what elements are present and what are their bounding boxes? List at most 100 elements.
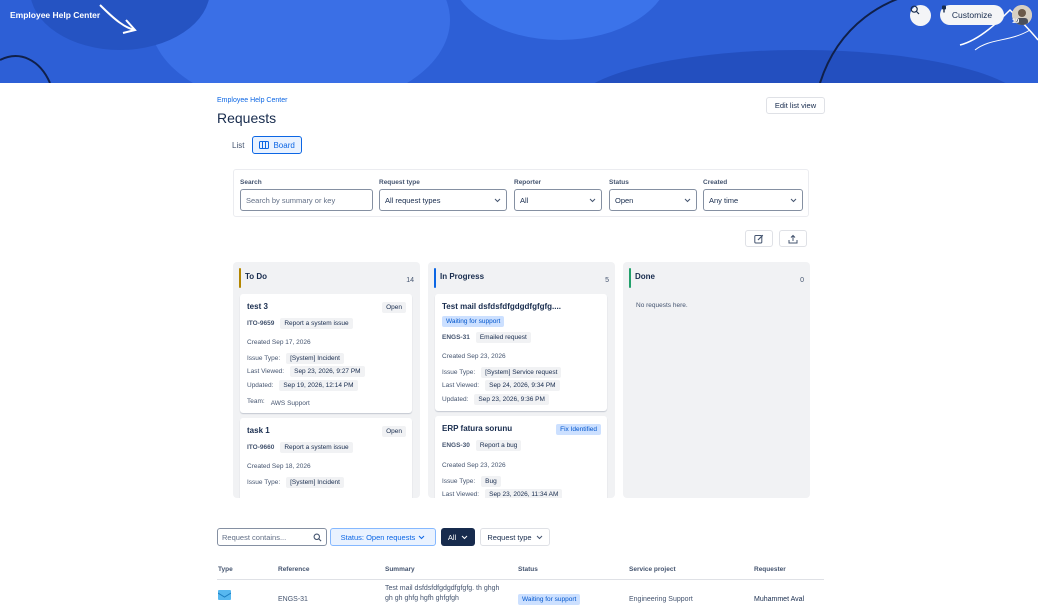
all-filter-label: All bbox=[447, 532, 457, 542]
column-header: Done 0 bbox=[629, 268, 804, 288]
column-count: 14 bbox=[406, 277, 414, 284]
search-filter-label: Search bbox=[240, 179, 262, 186]
export-icon bbox=[788, 234, 798, 243]
last-viewed-value: Sep 23, 2026, 9:27 PM bbox=[290, 366, 365, 377]
paint-brush-icon bbox=[942, 5, 946, 13]
chevron-down-icon bbox=[461, 535, 468, 539]
card-title[interactable]: test 3 bbox=[247, 302, 268, 311]
search-input[interactable]: Search by summary or key bbox=[240, 189, 373, 211]
status-badge: Open bbox=[382, 302, 406, 313]
request-type-filter-label: Request type bbox=[487, 532, 532, 542]
request-card[interactable]: task 1 Open ITO-9660 Report a system iss… bbox=[240, 418, 412, 498]
card-created: Created Sep 23, 2026 bbox=[442, 353, 506, 360]
column-to-do: To Do 14 test 3 Open ITO-9659 Report a s… bbox=[233, 262, 420, 498]
page-title: Requests bbox=[217, 110, 277, 126]
card-request-type: Report a system issue bbox=[280, 442, 353, 453]
table-header-type[interactable]: Type bbox=[218, 566, 233, 573]
column-title: In Progress bbox=[440, 272, 485, 281]
export-button[interactable] bbox=[779, 230, 807, 247]
card-ref-row: ENGS-30 Report a bug bbox=[442, 440, 522, 451]
team-value: AWS Support bbox=[270, 400, 310, 407]
status-filter-button[interactable]: Status: Open requests bbox=[330, 528, 436, 546]
card-title[interactable]: task 1 bbox=[247, 426, 270, 435]
issue-type-value: [System] Service request bbox=[481, 367, 562, 378]
all-filter-button[interactable]: All bbox=[441, 528, 475, 546]
request-type-value: All request types bbox=[385, 195, 441, 205]
card-team: Team: AWS Support bbox=[247, 396, 310, 407]
created-text: Created Sep 17, 2026 bbox=[247, 339, 311, 346]
card-reference: ENGS-31 bbox=[442, 334, 470, 341]
request-contains-input[interactable]: Request contains... bbox=[217, 528, 327, 546]
board-icon bbox=[259, 141, 270, 149]
table-row-summary[interactable]: Test mail dsfdsfdfgdgdfgfgfg. th ghgh gh… bbox=[385, 584, 507, 604]
card-last-viewed: Last Viewed: Sep 23, 2026, 11:34 AM bbox=[442, 489, 563, 498]
card-last-viewed: Last Viewed: Sep 23, 2026, 9:27 PM bbox=[247, 366, 365, 377]
banner-decoration bbox=[0, 0, 1038, 83]
email-request-icon bbox=[217, 590, 232, 600]
breadcrumb[interactable]: Employee Help Center bbox=[217, 97, 287, 104]
reporter-filter-label: Reporter bbox=[514, 179, 542, 186]
card-request-type: Report a system issue bbox=[280, 318, 353, 329]
table-header-reference[interactable]: Reference bbox=[278, 566, 309, 573]
created-value: Any time bbox=[709, 195, 739, 205]
created-select[interactable]: Any time bbox=[703, 189, 803, 211]
issue-type-label: Issue Type: bbox=[442, 369, 476, 376]
edit-board-button[interactable] bbox=[745, 230, 773, 247]
chevron-down-icon bbox=[790, 198, 797, 202]
status-filter-label: Status: Open requests bbox=[340, 532, 416, 542]
issue-type-label: Issue Type: bbox=[442, 478, 476, 485]
updated-label: Updated: bbox=[442, 396, 469, 403]
last-viewed-value: Sep 23, 2026, 11:34 AM bbox=[485, 489, 563, 498]
table-header-status[interactable]: Status bbox=[518, 566, 538, 573]
card-issue-type: Issue Type: Bug bbox=[442, 476, 501, 487]
header-search-button[interactable] bbox=[910, 5, 931, 26]
column-in-progress: In Progress 5 Test mail dsfdsfdfgdgdfgfg… bbox=[428, 262, 615, 498]
board-view-button[interactable]: Board bbox=[252, 136, 302, 154]
table-header-requester[interactable]: Requester bbox=[754, 566, 786, 573]
search-icon bbox=[910, 5, 920, 15]
request-card[interactable]: Test mail dsfdsfdfgdgdfgfgfg.... Waiting… bbox=[435, 294, 607, 411]
request-card[interactable]: ERP fatura sorunu Fix Identified ENGS-30… bbox=[435, 416, 607, 498]
reporter-value: All bbox=[520, 195, 529, 205]
request-contains-placeholder: Request contains... bbox=[222, 532, 287, 542]
request-type-filter-button[interactable]: Request type bbox=[480, 528, 550, 546]
list-view-label: List bbox=[232, 140, 245, 150]
card-created: Created Sep 18, 2026 bbox=[247, 463, 311, 470]
chevron-down-icon bbox=[418, 535, 425, 539]
list-view-button[interactable]: List bbox=[226, 136, 250, 154]
card-ref-row: ENGS-31 Emailed request bbox=[442, 332, 531, 343]
board-view-label: Board bbox=[273, 140, 295, 150]
request-type-select[interactable]: All request types bbox=[379, 189, 507, 211]
header-banner: Employee Help Center Customize 19 bbox=[0, 0, 1038, 83]
table-row-type-icon bbox=[217, 590, 232, 602]
site-title[interactable]: Employee Help Center bbox=[10, 10, 100, 20]
table-header-summary[interactable]: Summary bbox=[385, 566, 415, 573]
customize-label: Customize bbox=[951, 10, 993, 20]
column-title: Done bbox=[635, 272, 655, 281]
issue-type-label: Issue Type: bbox=[247, 479, 281, 486]
created-filter-label: Created bbox=[703, 179, 728, 186]
card-request-type: Emailed request bbox=[475, 332, 531, 343]
last-viewed-label: Last Viewed: bbox=[247, 368, 285, 375]
created-text: Created Sep 23, 2026 bbox=[442, 353, 506, 360]
card-title[interactable]: Test mail dsfdsfdfgdgdfgfgfg.... bbox=[442, 302, 561, 311]
last-viewed-label: Last Viewed: bbox=[442, 382, 480, 389]
created-text: Created Sep 23, 2026 bbox=[442, 462, 506, 469]
chevron-down-icon bbox=[494, 198, 501, 202]
edit-list-view-button[interactable]: Edit list view bbox=[766, 97, 825, 114]
request-card[interactable]: test 3 Open ITO-9659 Report a system iss… bbox=[240, 294, 412, 413]
search-icon bbox=[313, 533, 322, 541]
request-type-filter-label: Request type bbox=[379, 179, 420, 186]
issue-type-value: [System] Incident bbox=[286, 353, 344, 364]
customize-button[interactable]: Customize bbox=[940, 5, 1004, 25]
card-issue-type: Issue Type: [System] Incident bbox=[247, 477, 344, 488]
updated-value: Sep 19, 2026, 12:14 PM bbox=[279, 380, 358, 391]
status-value: Open bbox=[615, 195, 634, 205]
table-header-service-project[interactable]: Service project bbox=[629, 566, 676, 573]
column-accent bbox=[239, 268, 241, 288]
card-title[interactable]: ERP fatura sorunu bbox=[442, 424, 512, 433]
chevron-down-icon bbox=[589, 198, 596, 202]
reporter-select[interactable]: All bbox=[514, 189, 602, 211]
card-updated: Updated: Sep 19, 2026, 12:14 PM bbox=[247, 380, 358, 391]
status-select[interactable]: Open bbox=[609, 189, 697, 211]
